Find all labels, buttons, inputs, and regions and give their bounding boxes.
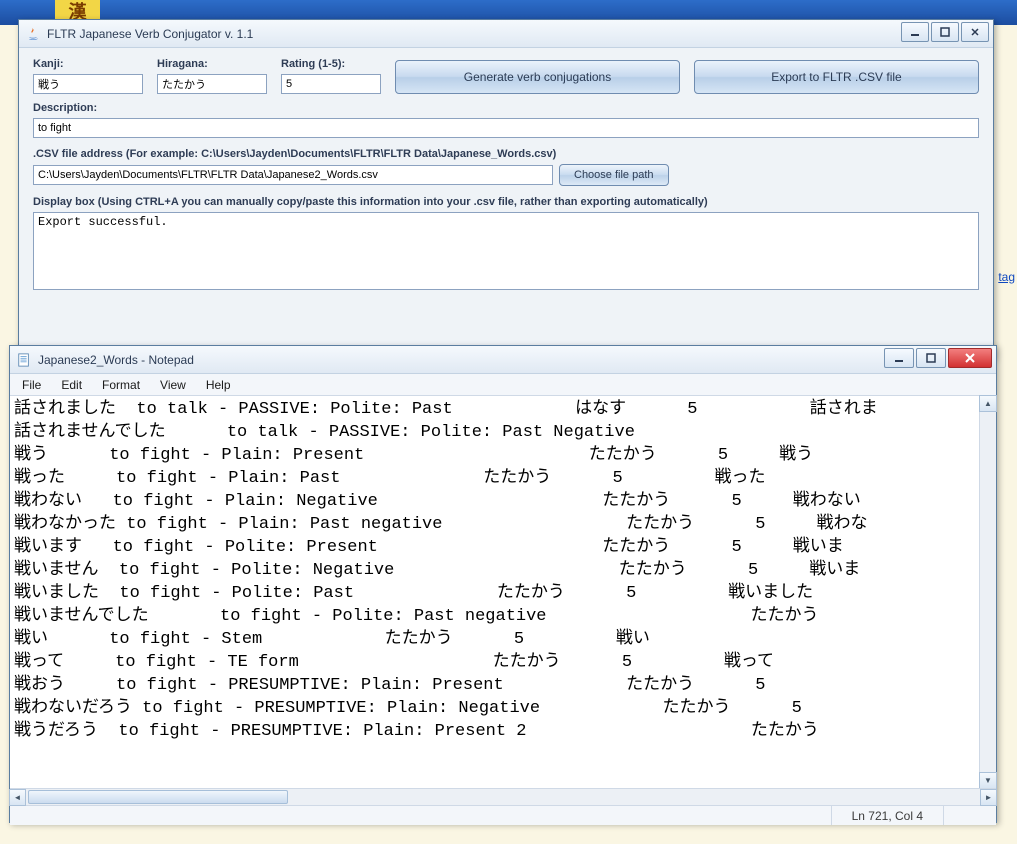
generate-button[interactable]: Generate verb conjugations bbox=[395, 60, 680, 94]
scroll-down-button[interactable]: ▼ bbox=[979, 772, 997, 789]
display-box[interactable]: Export successful. bbox=[33, 212, 979, 290]
horizontal-scrollbar[interactable]: ◄ ► bbox=[10, 788, 996, 805]
maximize-button[interactable] bbox=[931, 22, 959, 42]
menu-file[interactable]: File bbox=[14, 376, 49, 394]
vertical-scrollbar[interactable]: ▲ ▼ bbox=[979, 396, 996, 788]
minimize-button[interactable] bbox=[901, 22, 929, 42]
choose-file-button[interactable]: Choose file path bbox=[559, 164, 669, 186]
hiragana-input[interactable] bbox=[157, 74, 267, 94]
window-buttons bbox=[901, 22, 989, 42]
notepad-title: Japanese2_Words - Notepad bbox=[38, 353, 194, 367]
notepad-text-area[interactable]: 話されました to talk - PASSIVE: Polite: Past は… bbox=[10, 396, 996, 788]
conjugator-window: FLTR Japanese Verb Conjugator v. 1.1 Kan… bbox=[18, 19, 994, 359]
csv-address-label: .CSV file address (For example: C:\Users… bbox=[33, 148, 979, 160]
export-button[interactable]: Export to FLTR .CSV file bbox=[694, 60, 979, 94]
scroll-up-button[interactable]: ▲ bbox=[979, 395, 997, 412]
rating-input[interactable] bbox=[281, 74, 381, 94]
notepad-window-buttons bbox=[884, 348, 992, 368]
notepad-minimize-button[interactable] bbox=[884, 348, 914, 368]
conjugator-titlebar[interactable]: FLTR Japanese Verb Conjugator v. 1.1 bbox=[19, 20, 993, 48]
close-button[interactable] bbox=[961, 22, 989, 42]
menu-format[interactable]: Format bbox=[94, 376, 148, 394]
kanji-label: Kanji: bbox=[33, 58, 143, 70]
menu-edit[interactable]: Edit bbox=[53, 376, 90, 394]
menu-help[interactable]: Help bbox=[198, 376, 239, 394]
scroll-right-button[interactable]: ► bbox=[980, 789, 997, 806]
description-input[interactable] bbox=[33, 118, 979, 138]
kanji-input[interactable] bbox=[33, 74, 143, 94]
notepad-statusbar: Ln 721, Col 4 bbox=[10, 805, 996, 825]
conjugator-title: FLTR Japanese Verb Conjugator v. 1.1 bbox=[47, 27, 253, 41]
notepad-menubar: File Edit Format View Help bbox=[10, 374, 996, 396]
display-box-label: Display box (Using CTRL+A you can manual… bbox=[33, 196, 979, 208]
horizontal-scroll-thumb[interactable] bbox=[28, 790, 288, 804]
scroll-left-button[interactable]: ◄ bbox=[9, 789, 26, 806]
java-icon bbox=[25, 26, 41, 42]
csv-path-input[interactable] bbox=[33, 165, 553, 185]
notepad-titlebar[interactable]: Japanese2_Words - Notepad bbox=[10, 346, 996, 374]
notepad-icon bbox=[16, 352, 32, 368]
conjugator-body: Kanji: Hiragana: Rating (1-5): Generate … bbox=[19, 48, 993, 303]
hiragana-label: Hiragana: bbox=[157, 58, 267, 70]
rating-label: Rating (1-5): bbox=[281, 58, 381, 70]
notepad-content[interactable]: 話されました to talk - PASSIVE: Polite: Past は… bbox=[10, 396, 996, 788]
notepad-close-button[interactable] bbox=[948, 348, 992, 368]
cursor-position: Ln 721, Col 4 bbox=[831, 806, 943, 825]
notepad-window: Japanese2_Words - Notepad File Edit Form… bbox=[9, 345, 997, 823]
description-label: Description: bbox=[33, 102, 979, 114]
menu-view[interactable]: View bbox=[152, 376, 194, 394]
background-link: tag bbox=[998, 270, 1015, 284]
notepad-maximize-button[interactable] bbox=[916, 348, 946, 368]
